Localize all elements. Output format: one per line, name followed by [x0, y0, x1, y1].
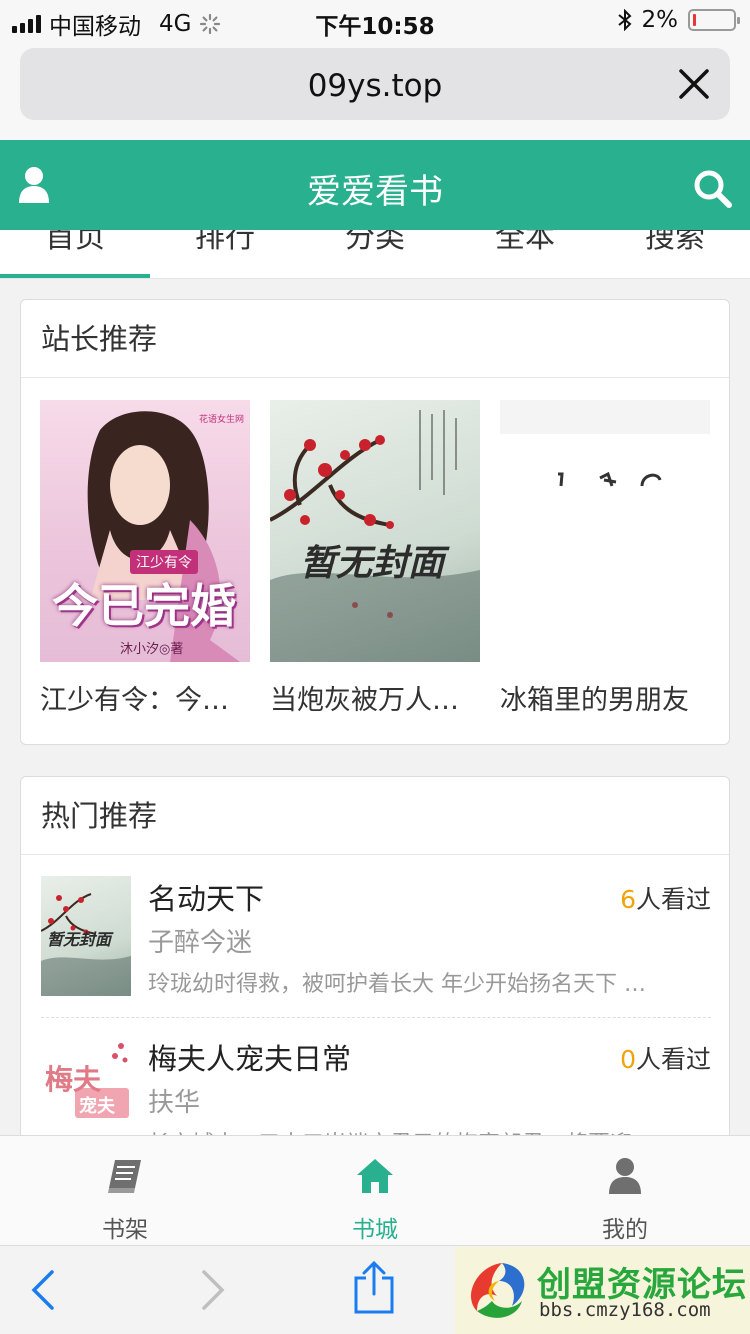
- view-count-suffix: 人看过: [635, 1045, 711, 1074]
- view-count-number: 6: [620, 885, 636, 914]
- app-header: 爱爱看书: [0, 140, 750, 230]
- hot-panel: 热门推荐 暂无封面 名动天下 6人看过 子醉今迷 玲珑幼时得救，被呵护着长大 年…: [20, 776, 730, 1176]
- book-cover-placeholder[interactable]: 暂无封面: [41, 876, 131, 996]
- cover-badge: 花语女生网: [198, 415, 244, 425]
- tab-category[interactable]: 分类: [300, 230, 450, 256]
- back-arrow-icon[interactable]: [30, 1268, 56, 1312]
- recommend-book[interactable]: 冰箱里的男朋友: [500, 400, 710, 717]
- view-count: 6人看过: [620, 880, 711, 916]
- forward-arrow-icon[interactable]: [200, 1268, 226, 1312]
- book-icon: [108, 1160, 141, 1193]
- book-cover-placeholder[interactable]: 暂无封面: [270, 400, 480, 662]
- recommend-panel: 站长推荐 江少有令 今已完婚 沐小汐◎著 花语女生网 江少有令：今… 暂无封面 …: [20, 299, 730, 745]
- tab-ranking[interactable]: 排行: [150, 230, 300, 256]
- book-title[interactable]: 名动天下: [148, 876, 264, 918]
- address-bar[interactable]: 09ys.top: [20, 48, 730, 120]
- no-cover-text: 暂无封面: [300, 543, 445, 584]
- forum-logo-icon: [471, 1263, 525, 1318]
- no-cover-text: 暂无封面: [47, 930, 112, 949]
- book-title[interactable]: 梅夫人宠夫日常: [148, 1036, 351, 1078]
- view-count: 0人看过: [620, 1040, 711, 1076]
- home-icon: [357, 1159, 393, 1193]
- cover-subtitle: 宠夫: [79, 1096, 115, 1117]
- nav-label: 书城: [352, 1217, 398, 1243]
- hot-title: 热门推荐: [21, 777, 729, 855]
- nav-label: 我的: [602, 1217, 648, 1243]
- bottom-nav: 书架 书城 我的: [0, 1135, 750, 1245]
- book-author: 扶华: [148, 1088, 201, 1118]
- book-cover-loading[interactable]: [500, 400, 710, 662]
- tab-complete[interactable]: 全本: [450, 230, 600, 256]
- nav-item-mine[interactable]: 我的: [500, 1136, 750, 1246]
- category-tabs: 首页 排行 分类 全本 搜索: [0, 230, 750, 279]
- battery-icon: [688, 9, 740, 31]
- book-author: 子醉今迷: [148, 928, 253, 958]
- book-name[interactable]: 当炮灰被万人…: [270, 678, 480, 717]
- url-text[interactable]: 09ys.top: [20, 68, 730, 104]
- cover-fragment-illustration: [558, 471, 662, 487]
- close-icon[interactable]: [676, 66, 712, 102]
- book-name[interactable]: 冰箱里的男朋友: [500, 678, 710, 717]
- book-cover[interactable]: 江少有令 今已完婚 沐小汐◎著 花语女生网: [40, 400, 250, 662]
- book-description: 玲珑幼时得救，被呵护着长大 年少开始扬名天下 …: [148, 972, 646, 997]
- status-bar: 中国移动 4G 下午10:58 2%: [0, 0, 750, 42]
- list-item[interactable]: 暂无封面 名动天下 6人看过 子醉今迷 玲珑幼时得救，被呵护着长大 年少开始扬名…: [41, 876, 711, 1016]
- view-count-number: 0: [620, 1045, 636, 1074]
- browser-address-area: 09ys.top: [0, 42, 750, 140]
- forum-watermark: 创盟资源论坛 bbs.cmzy168.com: [455, 1247, 750, 1334]
- watermark-url: bbs.cmzy168.com: [539, 1299, 711, 1321]
- active-tab-indicator: [0, 274, 150, 278]
- app-title: 爱爱看书: [307, 172, 443, 212]
- bluetooth-icon: [617, 9, 631, 31]
- recommend-book[interactable]: 江少有令 今已完婚 沐小汐◎著 花语女生网 江少有令：今…: [40, 400, 250, 717]
- battery-percent: 2%: [641, 7, 679, 33]
- view-count-suffix: 人看过: [635, 885, 711, 914]
- recommend-title: 站长推荐: [21, 300, 729, 378]
- nav-label: 书架: [102, 1217, 148, 1243]
- share-icon[interactable]: [352, 1260, 396, 1316]
- cover-author: 沐小汐◎著: [120, 642, 184, 657]
- recommend-book[interactable]: 暂无封面 当炮灰被万人…: [270, 400, 480, 717]
- item-divider: [41, 1017, 711, 1018]
- person-icon: [609, 1158, 641, 1194]
- plum-blossom-illustration: [270, 410, 480, 662]
- tab-home[interactable]: 首页: [0, 230, 150, 256]
- book-name[interactable]: 江少有令：今…: [40, 678, 250, 717]
- nav-item-bookstore[interactable]: 书城: [250, 1136, 500, 1246]
- nav-item-bookshelf[interactable]: 书架: [0, 1136, 250, 1246]
- cover-title: 今已完婚: [52, 579, 236, 633]
- search-icon[interactable]: [692, 168, 732, 208]
- tab-search[interactable]: 搜索: [600, 230, 750, 256]
